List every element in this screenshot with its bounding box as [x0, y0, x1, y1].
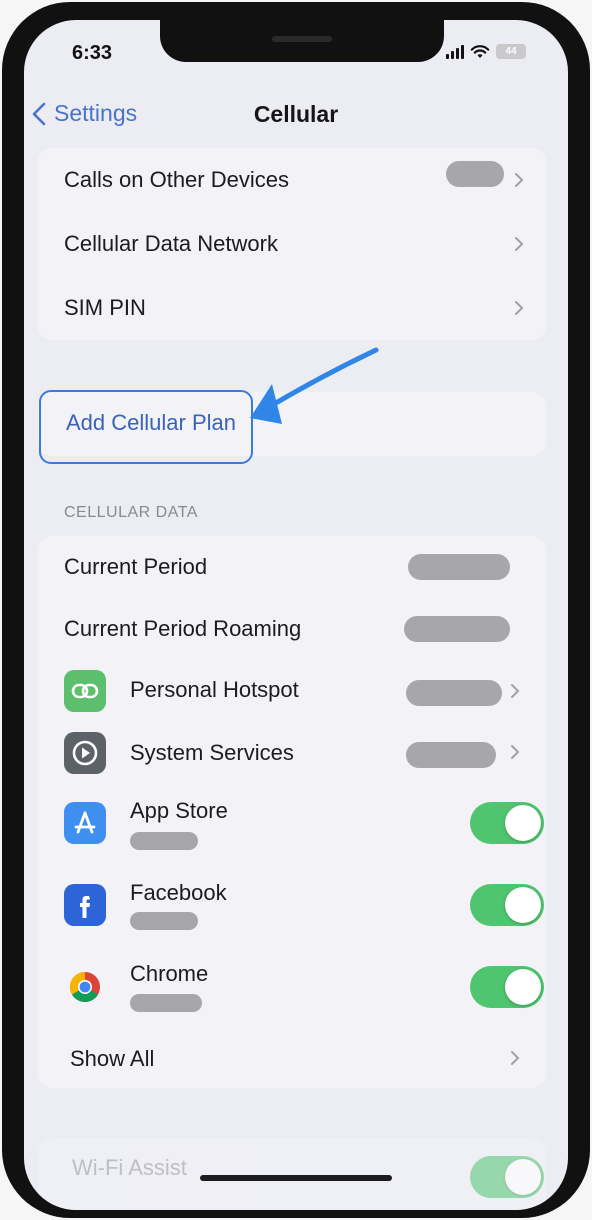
value-placeholder: [406, 680, 502, 706]
value-placeholder: [404, 616, 510, 642]
cellular-data-network-row[interactable]: Cellular Data Network: [38, 212, 546, 276]
chrome-toggle[interactable]: [470, 966, 544, 1008]
current-period-roaming-label: Current Period Roaming: [64, 616, 302, 641]
chrome-icon: [64, 966, 106, 1008]
notch: [160, 20, 444, 62]
show-all-button[interactable]: Show All: [70, 1046, 154, 1072]
chevron-right-icon: [515, 237, 524, 251]
value-placeholder: [406, 742, 496, 768]
page-title: Cellular: [253, 101, 339, 127]
cellular-data-network-label: Cellular Data Network: [64, 231, 278, 256]
facebook-icon: [64, 884, 106, 926]
chevron-right-icon: [511, 684, 520, 698]
value-placeholder: [408, 554, 510, 580]
signal-icon: [446, 44, 464, 59]
chrome-label: Chrome: [130, 961, 209, 986]
speaker: [272, 36, 332, 42]
toggle-knob: [505, 1159, 541, 1195]
wifi-icon: [470, 44, 490, 58]
status-time: 6:33: [72, 42, 113, 64]
usage-placeholder: [130, 912, 198, 930]
app-store-glyph: [74, 811, 96, 834]
chevron-right-icon: [515, 301, 524, 315]
toggle-knob: [505, 805, 541, 841]
cellular-data-group: Current Period Current Period Roaming: [38, 536, 546, 1088]
current-period-row: Current Period: [38, 536, 546, 598]
wifi-assist-row[interactable]: Wi-Fi Assist: [38, 1138, 546, 1198]
phone-frame: 6:33 44 Settings Cellular Calls on Other…: [2, 2, 590, 1218]
toggle-knob: [505, 887, 541, 923]
app-store-icon: [64, 802, 106, 844]
chevron-right-icon: [515, 173, 524, 187]
battery-icon: 44: [496, 44, 526, 59]
chevron-right-icon: [511, 1051, 520, 1065]
app-store-label: App Store: [130, 798, 228, 823]
play-circle-icon: [72, 740, 98, 766]
home-indicator: [200, 1175, 392, 1181]
facebook-label: Facebook: [130, 880, 227, 905]
usage-placeholder: [130, 832, 198, 850]
value-placeholder: [446, 161, 504, 187]
status-icons: 44: [446, 44, 526, 59]
chevron-right-icon: [511, 745, 520, 759]
facebook-glyph: [80, 896, 90, 918]
wifi-assist-toggle[interactable]: [470, 1156, 544, 1198]
top-settings-group: Calls on Other Devices Cellular Data Net…: [38, 148, 546, 340]
app-store-toggle[interactable]: [470, 802, 544, 844]
current-period-roaming-row: Current Period Roaming: [38, 598, 546, 660]
facebook-toggle[interactable]: [470, 884, 544, 926]
system-services-icon: [64, 732, 106, 774]
sim-pin-row[interactable]: SIM PIN: [38, 276, 546, 340]
calls-on-other-devices-label: Calls on Other Devices: [64, 167, 289, 192]
cellular-data-header: CELLULAR DATA: [64, 504, 198, 521]
system-services-label[interactable]: System Services: [130, 740, 294, 766]
link-icon: [71, 683, 99, 699]
screen: 6:33 44 Settings Cellular Calls on Other…: [24, 20, 568, 1210]
usage-placeholder: [130, 994, 202, 1012]
wifi-assist-label: Wi-Fi Assist: [72, 1155, 187, 1180]
calls-on-other-devices-row[interactable]: Calls on Other Devices: [38, 148, 546, 212]
toggle-knob: [505, 969, 541, 1005]
personal-hotspot-label[interactable]: Personal Hotspot: [130, 677, 299, 703]
personal-hotspot-icon: [64, 670, 106, 712]
highlight-box: [39, 390, 253, 464]
current-period-label: Current Period: [64, 554, 208, 579]
sim-pin-label: SIM PIN: [64, 295, 146, 320]
chrome-glyph: [69, 972, 100, 1003]
